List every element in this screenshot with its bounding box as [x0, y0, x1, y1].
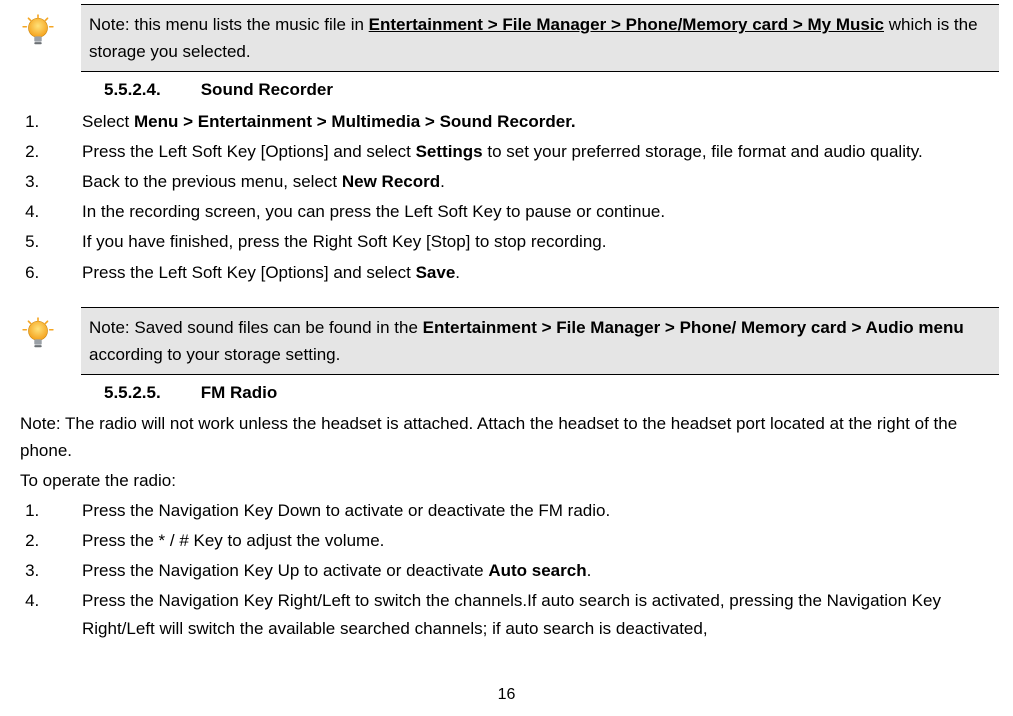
- note-block-1: Note: this menu lists the music file in …: [10, 4, 1003, 72]
- note2-pre: Note: Saved sound files can be found in …: [89, 318, 423, 337]
- f4: Press the Navigation Key Right/Left to s…: [82, 591, 941, 637]
- note-body-2: Note: Saved sound files can be found in …: [81, 307, 999, 375]
- note1-bold: Entertainment > File Manager > Phone/Mem…: [369, 15, 884, 34]
- s2c: to set your preferred storage, file form…: [483, 142, 923, 161]
- fm-radio-steps: Press the Navigation Key Down to activat…: [10, 497, 999, 642]
- s3b: New Record: [342, 172, 440, 191]
- note2-bold: Entertainment > File Manager > Phone/ Me…: [423, 318, 964, 337]
- list-item: If you have finished, press the Right So…: [44, 228, 999, 255]
- fm-intro-2: To operate the radio:: [20, 467, 999, 494]
- f3a: Press the Navigation Key Up to activate …: [82, 561, 488, 580]
- bulb-col: [10, 307, 65, 351]
- heading1-title: Sound Recorder: [201, 76, 333, 103]
- list-item: Press the Navigation Key Down to activat…: [44, 497, 999, 524]
- list-item: Press the Navigation Key Up to activate …: [44, 557, 999, 584]
- f3b: Auto search: [488, 561, 586, 580]
- heading1-num: 5.5.2.4.: [104, 76, 161, 103]
- note2-post: according to your storage setting.: [89, 345, 340, 364]
- note-block-2: Note: Saved sound files can be found in …: [10, 307, 1003, 375]
- f3c: .: [587, 561, 592, 580]
- heading2-num: 5.5.2.5.: [104, 379, 161, 406]
- list-item: Press the Left Soft Key [Options] and se…: [44, 138, 999, 165]
- s2b: Settings: [416, 142, 483, 161]
- heading-sound-recorder: 5.5.2.4. Sound Recorder: [10, 76, 1003, 103]
- note1-pre: Note: this menu lists the music file in: [89, 15, 369, 34]
- manual-page: Note: this menu lists the music file in …: [0, 0, 1013, 716]
- lightbulb-icon: [21, 317, 55, 351]
- s2a: Press the Left Soft Key [Options] and se…: [82, 142, 416, 161]
- s6c: .: [455, 263, 460, 282]
- list-item: Press the Navigation Key Right/Left to s…: [44, 587, 999, 641]
- s5: If you have finished, press the Right So…: [82, 232, 606, 251]
- page-number: 16: [0, 682, 1013, 708]
- spacer: [10, 289, 1003, 307]
- s3a: Back to the previous menu, select: [82, 172, 342, 191]
- lightbulb-icon: [21, 14, 55, 48]
- note-body-1: Note: this menu lists the music file in …: [81, 4, 999, 72]
- s1b: Menu > Entertainment > Multimedia > Soun…: [134, 112, 576, 131]
- list-item: Press the * / # Key to adjust the volume…: [44, 527, 999, 554]
- bulb-col: [10, 4, 65, 48]
- list-item: In the recording screen, you can press t…: [44, 198, 999, 225]
- f2: Press the * / # Key to adjust the volume…: [82, 531, 384, 550]
- list-item: Back to the previous menu, select New Re…: [44, 168, 999, 195]
- s6a: Press the Left Soft Key [Options] and se…: [82, 263, 416, 282]
- heading2-title: FM Radio: [201, 379, 278, 406]
- list-item: Select Menu > Entertainment > Multimedia…: [44, 108, 999, 135]
- sound-recorder-steps: Select Menu > Entertainment > Multimedia…: [10, 108, 999, 286]
- f1: Press the Navigation Key Down to activat…: [82, 501, 610, 520]
- list-item: Press the Left Soft Key [Options] and se…: [44, 259, 999, 286]
- s4: In the recording screen, you can press t…: [82, 202, 665, 221]
- s3c: .: [440, 172, 445, 191]
- s6b: Save: [416, 263, 456, 282]
- fm-intro-1: Note: The radio will not work unless the…: [20, 410, 999, 464]
- s1a: Select: [82, 112, 134, 131]
- heading-fm-radio: 5.5.2.5. FM Radio: [10, 379, 1003, 406]
